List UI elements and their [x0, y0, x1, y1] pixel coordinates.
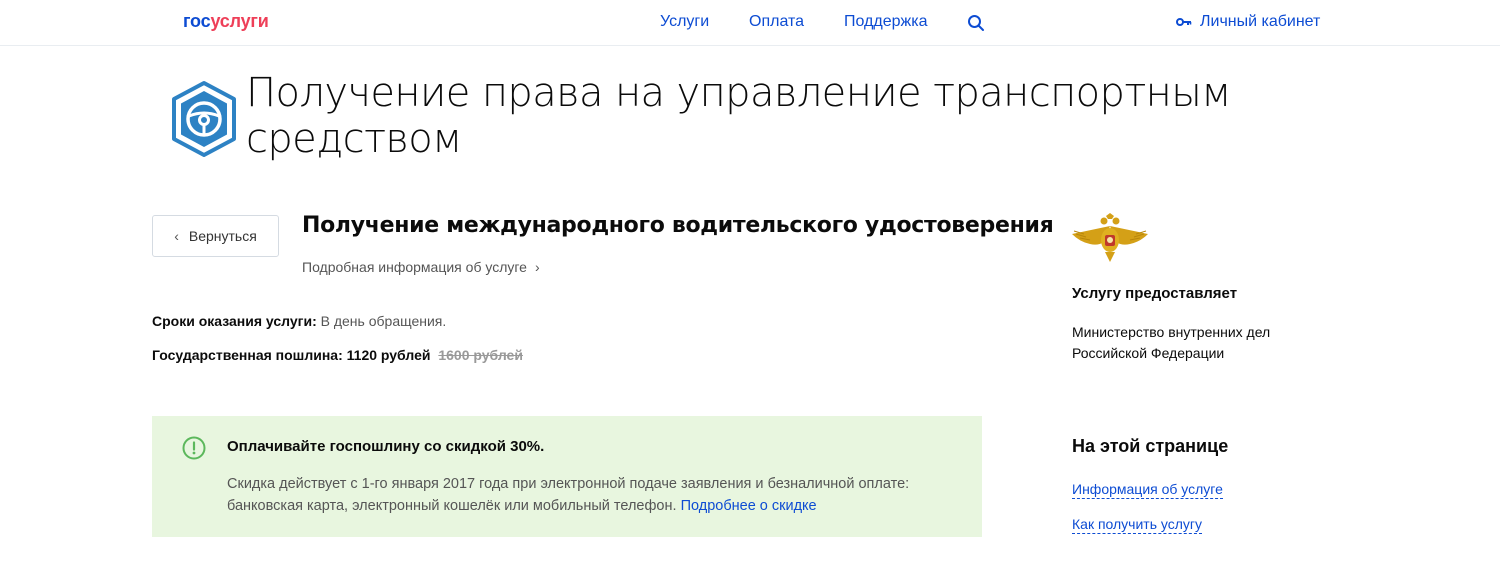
- logo-part-gos: гос: [183, 11, 211, 31]
- terms-label: Сроки оказания услуги:: [152, 313, 317, 329]
- personal-cabinet-label: Личный кабинет: [1200, 13, 1321, 30]
- header: госуслуги Услуги Оплата Поддержка Личный…: [0, 0, 1500, 46]
- discount-text: Скидка действует с 1-го января 2017 года…: [227, 473, 947, 517]
- on-page-link-how-to-get[interactable]: Как получить услугу: [1072, 515, 1203, 534]
- gosuslugi-logo[interactable]: госуслуги: [183, 11, 269, 32]
- nav-support-link[interactable]: Поддержка: [844, 13, 927, 31]
- service-details-label: Подробная информация об услуге: [302, 259, 527, 275]
- eagle-emblem-icon: [1072, 213, 1148, 262]
- nav-payment-link[interactable]: Оплата: [749, 13, 804, 31]
- on-page-link-service-info[interactable]: Информация об услуге: [1072, 480, 1223, 499]
- service-terms: Сроки оказания услуги: В день обращения.: [152, 313, 446, 329]
- fee-label: Государственная пошлина:: [152, 347, 343, 363]
- page-title: Получение права на управление транспортн…: [246, 70, 1231, 162]
- personal-cabinet-link[interactable]: Личный кабинет: [1176, 13, 1320, 31]
- nav-services-link[interactable]: Услуги: [660, 13, 709, 31]
- fee-old-value: 1600 рублей: [438, 347, 523, 363]
- exclamation-circle-icon: [182, 436, 206, 460]
- chevron-left-icon: ‹: [174, 228, 179, 244]
- back-button-label: Вернуться: [188, 228, 257, 244]
- on-page-heading: На этой странице: [1072, 436, 1229, 456]
- provider-heading: Услугу предоставляет: [1072, 285, 1238, 302]
- fee-value: 1120 рублей: [346, 347, 431, 363]
- back-button[interactable]: ‹ Вернуться: [152, 215, 279, 257]
- key-icon: [1176, 18, 1192, 26]
- service-details-link[interactable]: Подробная информация об услуге ›: [302, 259, 540, 275]
- logo-part-uslugi: услуги: [210, 11, 269, 31]
- steering-wheel-icon: [172, 81, 236, 157]
- discount-details-link[interactable]: Подробнее о скидке: [681, 498, 817, 514]
- provider-name: Министерство внутренних дел Российской Ф…: [1072, 324, 1271, 361]
- search-icon[interactable]: [967, 14, 985, 32]
- state-fee: Государственная пошлина: 1120 рублей 160…: [152, 347, 523, 363]
- chevron-right-icon: ›: [534, 259, 540, 275]
- discount-notice: Оплачивайте госпошлину со скидкой 30%. С…: [152, 416, 982, 537]
- terms-value: В день обращения.: [320, 313, 447, 329]
- service-title: Получение международного водительского у…: [302, 213, 1054, 238]
- discount-title: Оплачивайте госпошлину со скидкой 30%.: [227, 438, 545, 455]
